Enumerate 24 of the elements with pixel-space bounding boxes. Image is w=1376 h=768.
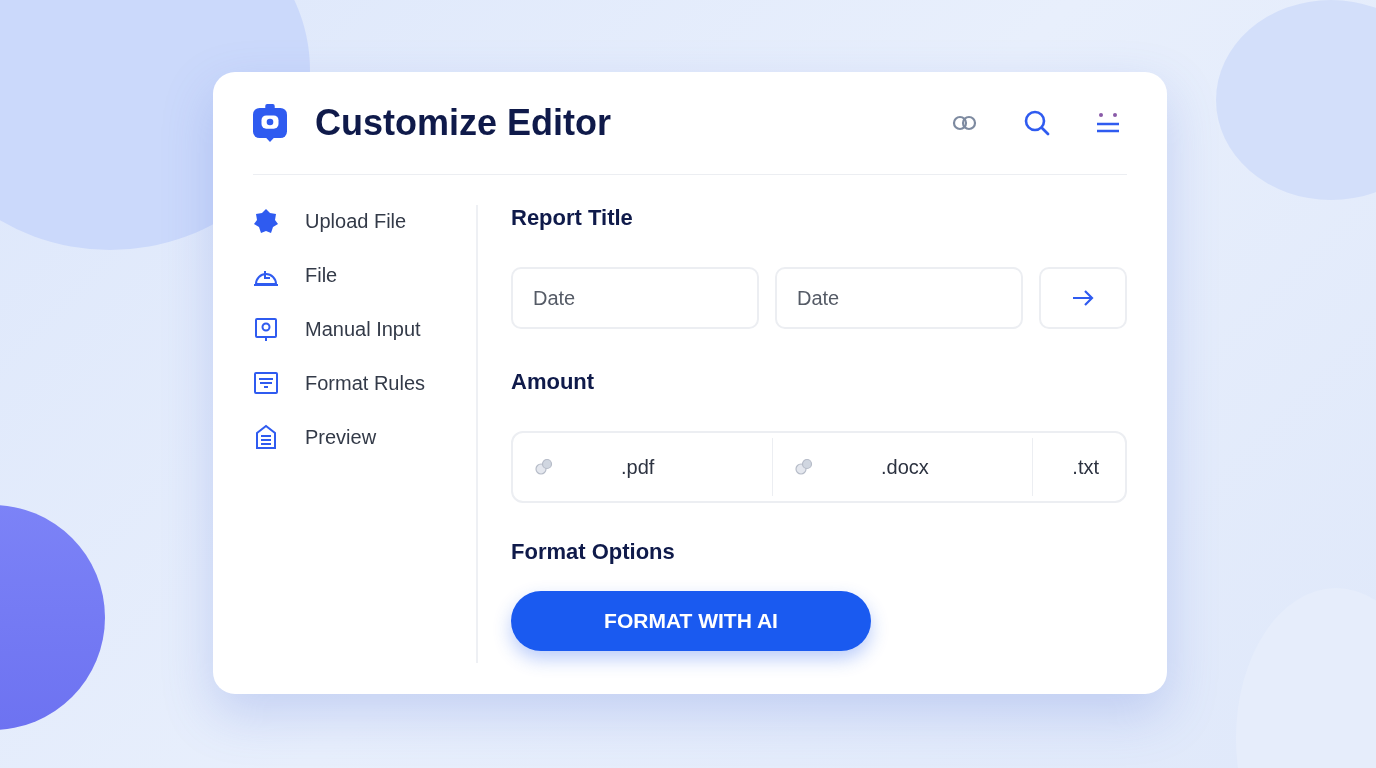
format-option[interactable]: .docx (881, 455, 929, 479)
section-heading: Format Options (511, 539, 676, 565)
screen-icon (253, 316, 279, 342)
arrow-icon (1071, 289, 1095, 307)
sidebar-item[interactable]: Preview (253, 423, 476, 451)
date-field[interactable]: Date (511, 267, 759, 329)
window-title: Customize Editor (315, 102, 612, 144)
section-heading: Amount (511, 369, 596, 395)
menu-icon[interactable] (1095, 111, 1121, 135)
section-heading: Report Title (511, 205, 634, 231)
logo-icon (253, 104, 287, 142)
link-icon (535, 458, 553, 476)
format-button[interactable]: FORMAT WITH AI (511, 591, 871, 651)
sidebar-item[interactable]: Manual Input (253, 315, 476, 343)
document-icon (253, 370, 279, 396)
format-option[interactable]: .pdf (621, 455, 655, 479)
sidebar-item[interactable]: File (253, 261, 476, 289)
sidebar-item[interactable]: Upload File (253, 207, 476, 235)
format-option[interactable]: .txt (1072, 455, 1099, 479)
search-icon[interactable] (1023, 109, 1051, 137)
sidebar-item[interactable]: Format Rules (253, 369, 476, 397)
file-icon (253, 424, 279, 450)
date-field[interactable]: Date (775, 267, 1023, 329)
link-icon (795, 458, 813, 476)
